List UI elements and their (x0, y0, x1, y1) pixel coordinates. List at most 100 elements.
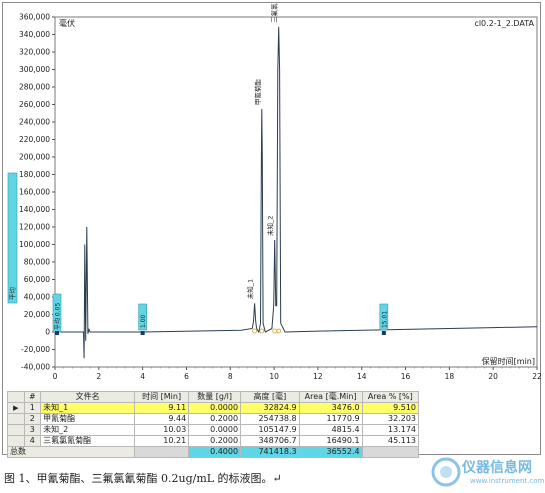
plot-frame (54, 16, 538, 368)
y-tick-label: 60,000 (24, 275, 50, 284)
row-name: 未知_1 (40, 402, 136, 414)
y-axis-unit-label: 毫伏 (59, 18, 75, 28)
row-height: 105147.9 (240, 424, 300, 436)
col-filename[interactable]: 文件名 (40, 391, 136, 403)
y-tick-label: 100,000 (19, 240, 50, 249)
y-tick-label: 240,000 (19, 118, 50, 127)
col-time[interactable]: 时间 [Min] (134, 391, 190, 403)
event-marker-15-anchor (381, 331, 386, 335)
row-amount: 0.0000 (188, 402, 242, 414)
table-total-row: 总数 0.4000 741418.3 36552.4 (6, 446, 420, 458)
y-tick-label: 260,000 (19, 100, 50, 109)
col-height[interactable]: 高度 [毫] (240, 391, 300, 403)
x-tick-label: 8 (228, 372, 233, 381)
y-tick-label: 320,000 (19, 48, 50, 57)
total-label: 总数 (6, 446, 136, 458)
row-time: 9.11 (134, 402, 190, 414)
row-index: 1 (23, 402, 42, 414)
x-tick-label: 20 (488, 372, 498, 381)
event-marker-15-label: 15.01 (381, 311, 388, 328)
x-axis-label: 保留时间[min] (482, 356, 535, 366)
event-marker-average-label: 平均 0.05 (54, 303, 62, 330)
x-tick-label: 4 (140, 372, 145, 381)
row-selected-arrow-icon: ▶ (7, 402, 25, 414)
row-area: 3476.0 (298, 402, 363, 414)
x-tick-label: 14 (357, 372, 367, 381)
figure-caption: 图 1、甲氰菊酯、三氟氯氰菊酯 0.2ug/mL 的标液图。↵ (4, 472, 282, 485)
event-marker-1-label: 1.00 (140, 314, 147, 328)
row-time: 10.03 (134, 424, 190, 436)
y-tick-label: 340,000 (19, 30, 50, 39)
watermark-text: 仪器信息网 (462, 460, 532, 476)
table-row[interactable]: ▶ 1 未知_1 9.11 0.0000 32824.9 3476.0 9.51… (7, 402, 420, 414)
x-tick-label: 2 (96, 372, 101, 381)
y-tick-label: 220,000 (19, 135, 50, 144)
x-tick-label: 12 (313, 372, 323, 381)
x-tick-label: 22 (532, 372, 542, 381)
y-tick-label: 20,000 (24, 310, 50, 319)
row-height: 32824.9 (240, 402, 300, 414)
x-tick-label: 6 (184, 372, 189, 381)
chromatogram-window: 360,000 340,000 320,000 300,000 280,000 260,0… (2, 0, 542, 458)
row-name: 甲氰菊酯 (40, 413, 136, 425)
row-time: 10.21 (134, 435, 190, 447)
y-tick-label: 0 (45, 328, 50, 337)
col-area-pct[interactable]: Area % [%] (361, 391, 420, 403)
peak-label: 甲氰菊酯 (253, 79, 262, 106)
row-height: 254738.8 (240, 413, 300, 425)
row-area: 4815.4 (298, 424, 363, 436)
peak-table-header: # 文件名 时间 [Min] 数量 [g/l] 高度 [毫] Area [毫.M… (7, 391, 420, 403)
x-tick-label: 10 (269, 372, 279, 381)
total-amount: 0.4000 (188, 446, 242, 458)
peak-label: 未知_2 (266, 216, 275, 236)
col-area[interactable]: Area [毫.Min] (298, 391, 363, 403)
col-index[interactable]: # (23, 391, 42, 403)
col-marker (7, 391, 25, 403)
row-time: 9.44 (134, 413, 190, 425)
x-tick-label: 18 (445, 372, 455, 381)
row-area-pct: 13.174 (361, 424, 420, 436)
row-amount: 0.2000 (188, 435, 242, 447)
x-tick-label: 0 (53, 372, 58, 381)
event-marker-1-anchor (140, 331, 145, 335)
x-tick-label: 16 (401, 372, 411, 381)
row-amount: 0.2000 (188, 413, 242, 425)
y-tick-label: 300,000 (19, 65, 50, 74)
table-row[interactable]: 4 三氟氯氰菊酯 10.21 0.2000 348706.7 16490.1 4… (7, 435, 420, 447)
total-area: 36552.4 (298, 446, 363, 458)
row-index: 2 (23, 413, 42, 425)
row-name: 未知_2 (40, 424, 136, 436)
watermark-url: www.instrument.com.cn (470, 477, 545, 485)
event-marker-average-anchor (55, 331, 59, 335)
y-tick-label: -20,000 (21, 345, 50, 354)
y-tick-label: 120,000 (19, 223, 50, 232)
y-tick-label: 40,000 (24, 293, 50, 302)
y-tick-label: 360,000 (19, 13, 50, 22)
peak-label: 三氟氯氰菊酯 (270, 3, 279, 23)
y-tick-label: 200,000 (19, 153, 50, 162)
peak-label: 未知_1 (246, 279, 255, 299)
table-row[interactable]: 2 甲氰菊酯 9.44 0.2000 254738.8 11770.9 32.2… (7, 413, 420, 425)
y-tick-label: 160,000 (19, 188, 50, 197)
row-area-pct: 45.113 (361, 435, 420, 447)
row-height: 348706.7 (240, 435, 300, 447)
peak-table: # 文件名 时间 [Min] 数量 [g/l] 高度 [毫] Area [毫.M… (6, 391, 420, 458)
row-index: 3 (23, 424, 42, 436)
total-height: 741418.3 (240, 446, 300, 458)
row-amount: 0.0000 (188, 424, 242, 436)
y-tick-label: 180,000 (19, 170, 50, 179)
row-name: 三氟氯氰菊酯 (40, 435, 136, 447)
y-tick-label: 280,000 (19, 83, 50, 92)
data-file-label: cl0.2-1_2.DATA (474, 19, 534, 28)
row-index: 4 (23, 435, 42, 447)
chromatogram-plot[interactable]: 360,000 340,000 320,000 300,000 280,000 260,0… (3, 0, 542, 388)
row-area: 11770.9 (298, 413, 363, 425)
row-area-pct: 32.203 (361, 413, 420, 425)
y-tick-label: 80,000 (24, 258, 50, 267)
col-amount[interactable]: 数量 [g/l] (188, 391, 242, 403)
left-average-marker-label: 平均 (8, 287, 17, 301)
left-average-marker (7, 172, 18, 304)
row-area-pct: 9.510 (361, 402, 420, 414)
y-tick-label: -40,000 (21, 363, 50, 372)
table-row[interactable]: 3 未知_2 10.03 0.0000 105147.9 4815.4 13.1… (7, 424, 420, 436)
